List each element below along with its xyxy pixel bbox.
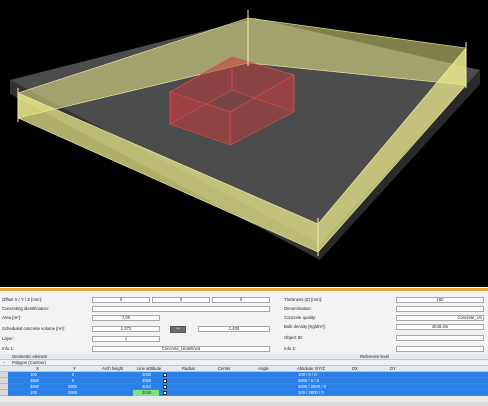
- object-id-label: Object ID:: [284, 335, 304, 340]
- line-checkbox[interactable]: [163, 391, 167, 395]
- info1-label: Info 1:: [2, 346, 14, 351]
- info2-field[interactable]: [396, 346, 484, 352]
- line-checkbox[interactable]: [163, 379, 167, 383]
- scheduled-volume-label: Scheduled concrete volume [m³]:: [2, 326, 65, 331]
- denomination-label: Denomination:: [284, 306, 312, 311]
- properties-panel: Offset X / Y / Z [mm]: 0 0 0 Concreting …: [0, 288, 488, 354]
- geometry-grid: Geometric element Reference level − Poly…: [0, 354, 488, 406]
- scheduled-volume-field[interactable]: 1.372: [92, 326, 160, 332]
- concrete-quality-field[interactable]: Concrete_Un: [396, 315, 484, 321]
- offset-x-field[interactable]: 0: [92, 297, 150, 303]
- concreting-id-field[interactable]: [92, 306, 270, 312]
- line-checkbox[interactable]: [163, 385, 167, 389]
- transfer-volume-button[interactable]: ⇒: [170, 326, 186, 333]
- info1-field[interactable]: Concrete_Undefined: [92, 346, 270, 352]
- offset-label: Offset X / Y / Z [mm]:: [2, 297, 42, 302]
- area-label: Area [m²]:: [2, 315, 21, 320]
- concreting-id-label: Concreting identification:: [2, 306, 50, 311]
- volume-result-field: 1.400: [198, 326, 270, 332]
- bulk-density-label: Bulk density [Kg/dm³]:: [284, 324, 326, 329]
- offset-z-field[interactable]: 0: [212, 297, 270, 303]
- denomination-field[interactable]: [396, 306, 484, 312]
- object-id-field[interactable]: [396, 335, 484, 341]
- layer-field[interactable]: 1: [92, 336, 160, 342]
- empty-row: [0, 396, 488, 402]
- 3d-scene[interactable]: [0, 0, 488, 287]
- info2-label: Info 2:: [284, 346, 296, 351]
- offset-y-field[interactable]: 0: [152, 297, 210, 303]
- line-checkbox[interactable]: [163, 373, 167, 377]
- layer-label: Layer:: [2, 336, 14, 341]
- concrete-quality-label: Concrete quality:: [284, 315, 317, 320]
- area-field[interactable]: 7.00: [92, 315, 160, 321]
- bulk-density-field[interactable]: 4048.4m: [396, 324, 484, 330]
- thickness-label: Thickness (Z) [mm]:: [284, 297, 322, 302]
- 3d-viewport[interactable]: [0, 0, 488, 287]
- thickness-field[interactable]: 160: [396, 297, 484, 303]
